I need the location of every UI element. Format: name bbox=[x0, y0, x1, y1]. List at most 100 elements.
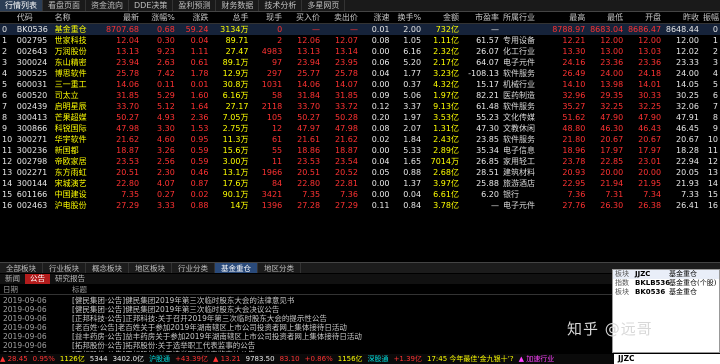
table-row[interactable]: 3 300024 东山精密 23.94 2.63 0.61 89.1万 97 23.94 23.9… bbox=[0, 57, 720, 68]
news-title[interactable]: [老百姓·公告]老百姓关于参加2019年湖南辖区上市公司投资者网上集体接待日活动 bbox=[72, 323, 347, 332]
table-row[interactable]: 9 300866 科锐国际 47.98 3.30 1.53 2.75万 12 47.97 47.9… bbox=[0, 123, 720, 134]
table-row[interactable]: 2 002643 万润股份 13.13 9.23 1.11 27.47 4983 13.13 13… bbox=[0, 46, 720, 57]
cell-code: 002643 bbox=[16, 47, 48, 56]
column-header-5[interactable]: 涨跌 bbox=[176, 12, 211, 24]
cell-amt: 3.78亿 bbox=[433, 201, 459, 210]
news-title[interactable]: [天虹股份·公告]天虹股份:关于选举职工代表监事的公告 bbox=[72, 350, 255, 352]
top-tab-3[interactable]: DDE决策 bbox=[129, 0, 174, 11]
column-header-14[interactable]: 所属行业 bbox=[500, 12, 550, 24]
table-row[interactable]: 4 300525 博思软件 25.78 7.42 1.78 12.9万 297 25.77 25.… bbox=[0, 68, 720, 79]
news-item[interactable]: 2019-09-06[天虹股份·公告]天虹股份:关于选举职工代表监事的公告 bbox=[0, 350, 612, 352]
cell-bid: 31.84 bbox=[297, 91, 321, 100]
news-title[interactable]: [益丰药房·公告]益丰药房关于参加2019年湖南辖区上市公司投资者网上集体接待日… bbox=[72, 332, 362, 341]
column-header-0[interactable] bbox=[0, 12, 15, 24]
top-tab-4[interactable]: 盈利预测 bbox=[173, 0, 217, 11]
cell-vol: 30.8万 bbox=[222, 80, 249, 89]
table-row[interactable]: 11 300236 新国都 18.87 3.26 0.59 15.6万 55 18.86 18.8… bbox=[0, 145, 720, 156]
table-row[interactable]: 14 300144 宋城演艺 22.80 4.07 0.87 17.6万 84 22.80 22.… bbox=[0, 178, 720, 189]
cell-low: 17.97 bbox=[600, 146, 624, 155]
cell-prev: 30.25 bbox=[676, 91, 699, 100]
sector-tab-6[interactable]: 地区分类 bbox=[258, 263, 301, 273]
suggestion-item[interactable]: 板块 JJZC 基金重仓 bbox=[613, 270, 719, 279]
sector-tab-2[interactable]: 概念板块 bbox=[86, 263, 129, 273]
suggestion-name: 基金重仓(个股) bbox=[669, 279, 717, 287]
top-tab-5[interactable]: 财务数据 bbox=[216, 0, 260, 11]
cell-pct: 0.27 bbox=[157, 190, 175, 199]
cell-prev: 23.33 bbox=[676, 58, 699, 67]
column-header-8[interactable]: 买入价 bbox=[284, 12, 323, 24]
cell-vol: 3.00万 bbox=[222, 157, 249, 166]
sector-tab-5[interactable]: 基金重仓 bbox=[215, 263, 258, 273]
column-header-17[interactable]: 开盘 bbox=[625, 12, 664, 24]
cell-bid: 23.94 bbox=[297, 58, 321, 67]
news-item[interactable]: 2019-09-06 [老百姓·公告]老百姓关于参加2019年湖南辖区上市公司投资… bbox=[0, 323, 612, 332]
sector-tab-0[interactable]: 全部板块 bbox=[0, 263, 43, 273]
cell-code: 002463 bbox=[16, 201, 48, 210]
status-item: ▲ 28.45 bbox=[0, 355, 28, 363]
column-header-2[interactable]: 名称 bbox=[52, 12, 99, 24]
news-title[interactable]: [正邦科技·公告]正邦科技:关于召开2019年第三次临时股东大会的提示性公告 bbox=[72, 314, 327, 323]
column-header-13[interactable]: 市盈率 bbox=[460, 12, 501, 24]
news-item[interactable]: 2019-09-06 [健民集团·公告]健民集团2019年第三次临时股东大会决议公… bbox=[0, 305, 612, 314]
table-row[interactable]: 12 002798 帝欧家居 23.53 2.56 0.59 3.00万 11 23.53 23.… bbox=[0, 156, 720, 167]
column-header-10[interactable]: 涨速 bbox=[359, 12, 392, 24]
column-header-12[interactable]: 金额 bbox=[423, 12, 461, 24]
sector-tab-1[interactable]: 行业板块 bbox=[43, 263, 86, 273]
top-tab-7[interactable]: 多星网页 bbox=[302, 0, 346, 11]
table-row[interactable]: 15 601166 中国建设 7.35 0.27 0.02 90.1万 3421 7.35 7.3… bbox=[0, 189, 720, 200]
column-header-6[interactable]: 总手 bbox=[210, 12, 251, 24]
column-header-18[interactable]: 昨收 bbox=[663, 12, 701, 24]
cell-vol: 89.1万 bbox=[222, 58, 249, 67]
column-header-19[interactable]: 振幅 bbox=[700, 12, 720, 24]
news-title[interactable]: [健民集团·公告]健民集团2019年第三次临时股东大会决议公告 bbox=[72, 305, 279, 314]
cell-chg: 1.64 bbox=[190, 102, 209, 111]
column-header-1[interactable]: 代码 bbox=[14, 12, 53, 24]
column-header-11[interactable]: 换手% bbox=[391, 12, 424, 24]
suggestion-item[interactable]: 板块 BK0536 基金重仓 bbox=[613, 288, 719, 297]
news-item[interactable]: 2019-09-06 [拓邦股份·公告]拓邦股份:关于选举职工代表监事的公告 bbox=[0, 341, 612, 350]
column-header-4[interactable]: 涨幅% bbox=[141, 12, 177, 24]
table-row[interactable]: 13 002271 东方雨虹 20.51 2.30 0.46 13.1万 1966 20.51 2… bbox=[0, 167, 720, 178]
news-tab-1[interactable]: 公告 bbox=[25, 274, 50, 284]
cell-spd: 0.11 bbox=[371, 201, 390, 210]
top-tab-2[interactable]: 资金流向 bbox=[86, 0, 129, 11]
news-date-header: 日期 bbox=[3, 285, 18, 294]
table-row[interactable]: 5 600031 三一重工 14.06 0.11 0.01 30.8万 1031 14.06 14… bbox=[0, 79, 720, 90]
news-tab-2[interactable]: 研究报告 bbox=[50, 274, 90, 284]
column-header-15[interactable]: 最高 bbox=[549, 12, 588, 24]
column-header-16[interactable]: 最低 bbox=[587, 12, 626, 24]
top-tab-0[interactable]: 行情列表 bbox=[0, 0, 43, 11]
column-header-7[interactable]: 现手 bbox=[250, 12, 285, 24]
news-item[interactable]: 2019-09-06 [正邦科技·公告]正邦科技:关于召开2019年第三次临时股东… bbox=[0, 314, 612, 323]
news-tab-0[interactable]: 新闻 bbox=[0, 274, 25, 284]
top-tab-1[interactable]: 看盘页面 bbox=[43, 0, 86, 11]
table-row[interactable]: 1 002795 世家科技 12.04 0.30 0.04 89.71 2 12.06 12.07… bbox=[0, 35, 720, 46]
table-row[interactable]: 7 002439 启明星辰 33.70 5.12 1.64 27.17 2118 33.70 33… bbox=[0, 101, 720, 112]
column-header-9[interactable]: 卖出价 bbox=[322, 12, 360, 24]
table-row[interactable]: 0 BK0536 基金重仓 8707.68 0.68 59.24 3134万 0— —0.01 2… bbox=[0, 23, 720, 35]
sector-tab-3[interactable]: 地区板块 bbox=[129, 263, 172, 273]
table-row[interactable]: 8 300413 芒果超媒 50.27 4.93 2.36 7.05万 105 50.27 50.… bbox=[0, 112, 720, 123]
cell-prev: 24.00 bbox=[676, 69, 699, 78]
table-row[interactable]: 10 300271 华宇软件 21.62 4.60 0.95 11.3万 61 21.61 21.… bbox=[0, 134, 720, 145]
column-header-3[interactable]: 最新 bbox=[98, 12, 142, 24]
news-item[interactable]: 2019-09-06 [健民集团·公告]健民集团2019年第三次临时股东大会的法律… bbox=[0, 296, 612, 305]
search-input[interactable]: JJZC bbox=[614, 354, 720, 364]
news-item[interactable]: 2019-09-06 [益丰药房·公告]益丰药房关于参加2019年湖南辖区上市公司… bbox=[0, 332, 612, 341]
sector-tab-4[interactable]: 行业分类 bbox=[172, 263, 215, 273]
cell-pe: 61.57 bbox=[476, 36, 499, 45]
cell-n: 11 bbox=[2, 146, 13, 155]
cell-turn: 2.00 bbox=[391, 23, 424, 35]
suggestion-item[interactable]: 指数 BKLB536 基金重仓(个股) bbox=[613, 279, 719, 288]
cell-open: 46.43 bbox=[638, 124, 662, 133]
news-title[interactable]: [拓邦股份·公告]拓邦股份:关于选举职工代表监事的公告 bbox=[72, 341, 255, 350]
cell-open: 20.00 bbox=[638, 168, 662, 177]
news-title[interactable]: [健民集团·公告]健民集团2019年第三次临时股东大会的法律意见书 bbox=[72, 296, 294, 305]
cell-code: 300413 bbox=[16, 113, 48, 122]
top-tab-6[interactable]: 技术分析 bbox=[259, 0, 303, 11]
table-row[interactable]: 16 002463 沪电股份 27.29 3.33 0.88 14万 1396 27.28 27.… bbox=[0, 200, 720, 211]
cell-low: 24.00 bbox=[600, 69, 624, 78]
cell-pe: — bbox=[460, 23, 501, 35]
cell-code: 600031 bbox=[16, 80, 48, 89]
table-row[interactable]: 6 600520 司太立 31.85 5.29 1.60 6.16万 58 31.84 31.85… bbox=[0, 90, 720, 101]
